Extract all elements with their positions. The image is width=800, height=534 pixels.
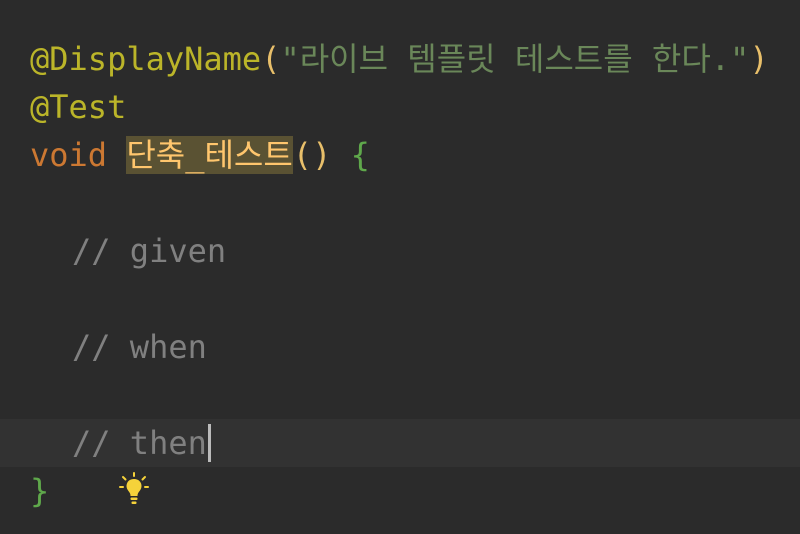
code-line-1[interactable]: @DisplayName("라이브 템플릿 테스트를 한다.") [0, 35, 800, 83]
code-line-4-empty[interactable] [0, 179, 800, 227]
code-line-3[interactable]: void 단축_테스트() { [0, 131, 800, 179]
open-brace: { [350, 136, 370, 174]
comment-then: // then [72, 424, 207, 462]
string-literal: "라이브 템플릿 테스트를 한다." [280, 40, 750, 78]
code-line-2[interactable]: @Test [0, 83, 800, 131]
open-paren: ( [261, 40, 281, 78]
method-parens: () [292, 136, 332, 174]
code-line-7[interactable]: // when [0, 323, 800, 371]
code-line-9-content: // then [72, 419, 211, 467]
code-line-2-content: @Test [30, 83, 126, 131]
text-caret [207, 424, 211, 462]
comment-given: // given [72, 232, 227, 270]
close-brace: } [30, 472, 50, 510]
close-paren: ) [749, 40, 769, 78]
comment-when: // when [72, 328, 207, 366]
code-line-3-content: void 단축_테스트() { [30, 131, 370, 179]
code-line-9-current[interactable]: // then [0, 419, 800, 504]
method-name-highlighted[interactable]: 단축_테스트 [126, 136, 293, 174]
annotation-displayname: @DisplayName [30, 40, 262, 78]
keyword-void: void [30, 136, 108, 174]
code-line-1-content: @DisplayName("라이브 템플릿 테스트를 한다.") [30, 35, 769, 83]
annotation-test: @Test [30, 88, 127, 126]
code-line-6-empty[interactable] [0, 275, 800, 323]
code-line-10[interactable]: } [0, 467, 800, 515]
code-line-5[interactable]: // given [0, 227, 800, 275]
code-editor[interactable]: @DisplayName("라이브 템플릿 테스트를 한다.") @Test v… [0, 0, 800, 534]
lightbulb-icon[interactable] [3, 424, 149, 504]
code-line-8-empty[interactable] [0, 371, 800, 419]
